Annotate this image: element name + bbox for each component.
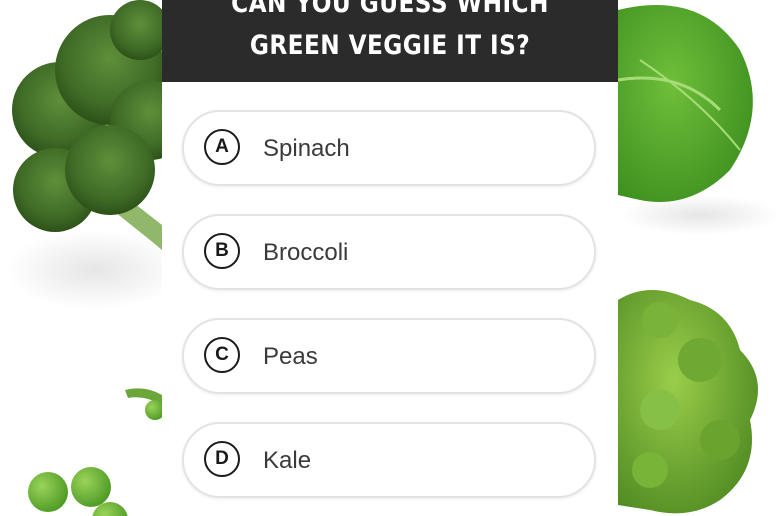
quiz-page: { "header": { "line1": "CAN YOU GUESS WH… <box>0 0 780 516</box>
option-b[interactable]: B Broccoli <box>182 214 596 290</box>
option-d-label: Kale <box>263 447 312 474</box>
quiz-title-line-2: GREEN VEGGIE IT IS? <box>249 30 531 61</box>
quiz-title-line-1: CAN YOU GUESS WHICH <box>231 0 549 19</box>
option-d-letter-badge: D <box>204 441 240 477</box>
kale-illustration <box>618 290 758 514</box>
option-a-letter-badge: A <box>204 129 240 165</box>
option-c-label: Peas <box>263 343 318 370</box>
option-b-letter-badge: B <box>204 233 240 269</box>
quiz-card: CAN YOU GUESS WHICH GREEN VEGGIE IT IS? … <box>162 0 618 516</box>
spinach-illustration <box>617 5 780 235</box>
option-c-letter-badge: C <box>204 337 240 373</box>
option-d[interactable]: D Kale <box>182 422 596 498</box>
option-a[interactable]: A Spinach <box>182 110 596 186</box>
peas-illustration <box>28 388 165 516</box>
option-a-label: Spinach <box>263 135 350 162</box>
option-c[interactable]: C Peas <box>182 318 596 394</box>
option-b-label: Broccoli <box>263 239 349 266</box>
quiz-header: CAN YOU GUESS WHICH GREEN VEGGIE IT IS? <box>162 0 618 82</box>
